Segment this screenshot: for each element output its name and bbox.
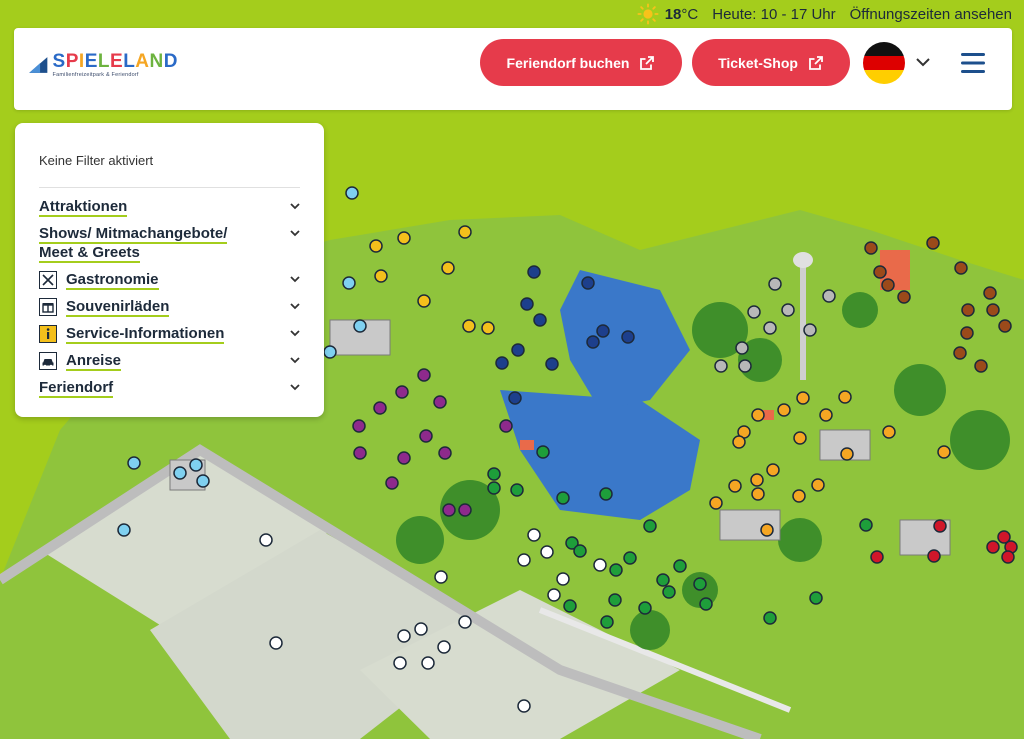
logo-word: SPIELELAND bbox=[52, 51, 178, 72]
fork-knife-icon bbox=[39, 271, 57, 289]
filter-item-label: Gastronomie bbox=[66, 271, 159, 290]
filter-item-attraktionen[interactable]: Attraktionen bbox=[39, 197, 301, 217]
temperature: 18 bbox=[664, 5, 682, 23]
filter-status: Keine Filter aktiviert bbox=[39, 153, 300, 188]
flag-germany-icon[interactable] bbox=[863, 42, 905, 84]
filter-item-label: Feriendorf bbox=[39, 379, 114, 398]
feriendorf-buchen-button[interactable]: Feriendorf buchen bbox=[480, 39, 682, 86]
info-bar: 18°C Heute: 10 - 17 Uhr Öffnungszeiten a… bbox=[0, 0, 1024, 28]
chevron-down-icon bbox=[290, 276, 300, 283]
feriendorf-buchen-label: Feriendorf buchen bbox=[506, 54, 630, 71]
chevron-down-icon bbox=[290, 303, 300, 310]
chevron-down-icon bbox=[290, 330, 300, 337]
filter-item-label: Attraktionen bbox=[39, 198, 128, 217]
filter-item-anreise[interactable]: Anreise bbox=[39, 351, 301, 371]
header: SPIELELAND Familienfreizeitpark & Ferien… bbox=[14, 28, 1012, 110]
temperature-unit: °C bbox=[681, 5, 699, 23]
filter-item-feriendorf[interactable]: Feriendorf bbox=[39, 378, 301, 398]
logo-mark-icon bbox=[29, 57, 48, 73]
logo[interactable]: SPIELELAND Familienfreizeitpark & Ferien… bbox=[28, 45, 178, 85]
filter-item-label: Anreise bbox=[66, 352, 122, 371]
filter-panel: Keine Filter aktiviert Attraktionen Show… bbox=[15, 123, 324, 417]
external-link-icon bbox=[809, 55, 823, 70]
filter-item-service[interactable]: Service-Informationen bbox=[39, 324, 301, 344]
external-link-icon bbox=[640, 55, 655, 70]
chevron-down-icon bbox=[290, 203, 300, 210]
chevron-down-icon bbox=[290, 384, 300, 391]
weather: 18°C bbox=[637, 3, 699, 25]
filter-item-shows[interactable]: Shows/ Mitmachangebote/ Meet & Greets bbox=[39, 224, 301, 263]
filter-item-label: Souvenirläden bbox=[66, 298, 170, 317]
info-icon bbox=[39, 325, 57, 343]
filter-item-label: Shows/ Mitmachangebote/ bbox=[39, 225, 228, 244]
filter-item-gastronomie[interactable]: Gastronomie bbox=[39, 270, 301, 290]
filter-item-label-2: Meet & Greets bbox=[39, 244, 140, 263]
hamburger-menu-icon[interactable] bbox=[960, 50, 986, 76]
sun-icon bbox=[637, 3, 659, 25]
ticket-shop-label: Ticket-Shop bbox=[718, 54, 798, 71]
opening-hours-link[interactable]: Öffnungszeiten ansehen bbox=[850, 6, 1012, 23]
chevron-down-icon bbox=[290, 230, 300, 237]
gift-icon bbox=[39, 298, 57, 316]
ticket-shop-button[interactable]: Ticket-Shop bbox=[692, 39, 850, 86]
chevron-down-icon bbox=[290, 357, 300, 364]
logo-subtitle: Familienfreizeitpark & Feriendorf bbox=[52, 72, 139, 78]
chevron-down-icon[interactable] bbox=[914, 53, 932, 71]
opening-hours: Heute: 10 - 17 Uhr bbox=[712, 5, 836, 23]
car-icon bbox=[39, 352, 57, 370]
filter-item-souvenirlaeden[interactable]: Souvenirläden bbox=[39, 297, 301, 317]
filter-item-label: Service-Informationen bbox=[66, 325, 225, 344]
